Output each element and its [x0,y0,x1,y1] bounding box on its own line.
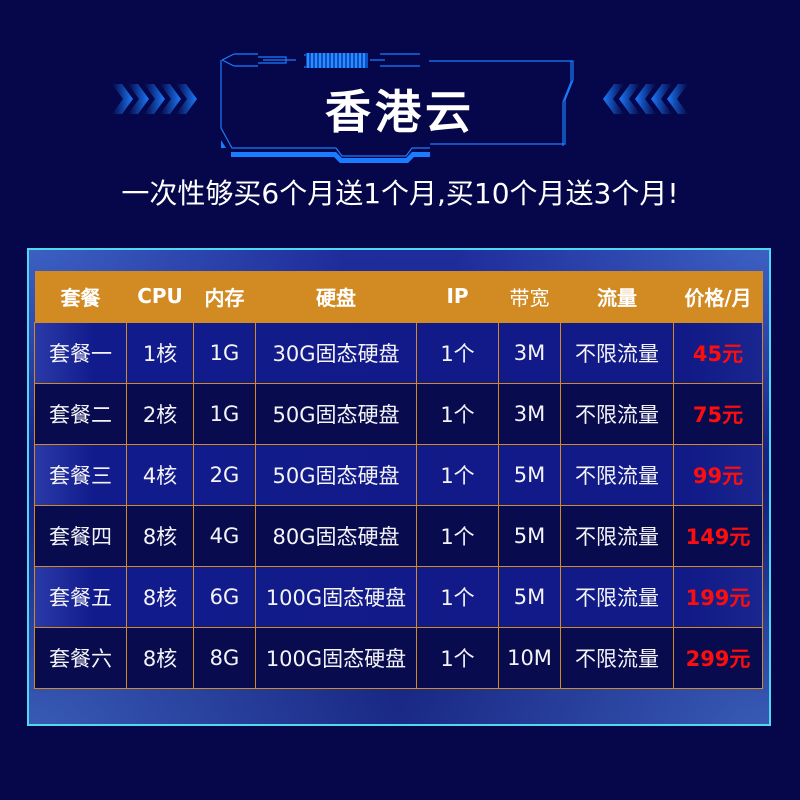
cell-bandwidth: 3M [498,382,561,445]
cell-bandwidth: 5M [498,565,561,628]
cell-cpu: 1核 [126,321,194,384]
col-header-traffic: 流量 [560,271,674,323]
cell-memory: 4G [193,504,256,567]
cell-ip: 1个 [416,382,499,445]
cell-traffic: 不限流量 [560,565,674,628]
cell-memory: 1G [193,321,256,384]
cell-plan: 套餐三 [34,443,127,506]
cell-traffic: 不限流量 [560,443,674,506]
cell-cpu: 8核 [126,626,194,689]
cell-traffic: 不限流量 [560,504,674,567]
cell-memory: 2G [193,443,256,506]
cell-traffic: 不限流量 [560,626,674,689]
cell-bandwidth: 5M [498,443,561,506]
cell-ip: 1个 [416,626,499,689]
table-header-row: 套餐 CPU 内存 硬盘 IP 带宽 流量 价格/月 [34,271,763,323]
cell-price: 75元 [673,382,763,445]
cell-traffic: 不限流量 [560,321,674,384]
table-row: 套餐六 8核 8G 100G固态硬盘 1个 10M 不限流量 299元 [34,626,763,689]
cell-bandwidth: 3M [498,321,561,384]
table-row: 套餐三 4核 2G 50G固态硬盘 1个 5M 不限流量 99元 [34,443,763,506]
col-header-price: 价格/月 [673,271,763,323]
col-header-cpu: CPU [126,271,194,323]
table-row: 套餐四 8核 4G 80G固态硬盘 1个 5M 不限流量 149元 [34,504,763,567]
cell-disk: 100G固态硬盘 [255,565,417,628]
cell-plan: 套餐五 [34,565,127,628]
page-title: 香港云 [325,85,475,139]
cell-price: 299元 [673,626,763,689]
cell-plan: 套餐六 [34,626,127,689]
cell-cpu: 2核 [126,382,194,445]
cell-cpu: 4核 [126,443,194,506]
cell-price: 199元 [673,565,763,628]
table-row: 套餐五 8核 6G 100G固态硬盘 1个 5M 不限流量 199元 [34,565,763,628]
grill-decoration [306,53,368,68]
cell-memory: 1G [193,382,256,445]
cell-traffic: 不限流量 [560,382,674,445]
cell-price: 45元 [673,321,763,384]
title-banner: 香港云 [0,0,800,165]
cell-cpu: 8核 [126,565,194,628]
promo-subtitle: 一次性够买6个月送1个月,买10个月送3个月! [121,177,679,210]
cell-disk: 50G固态硬盘 [255,443,417,506]
col-header-memory: 内存 [193,271,256,323]
cell-price: 149元 [673,504,763,567]
cell-memory: 6G [193,565,256,628]
cell-disk: 30G固态硬盘 [255,321,417,384]
pricing-table: 套餐 CPU 内存 硬盘 IP 带宽 流量 价格/月 套餐一 1核 1G 30G固态硬… [34,271,763,689]
cell-bandwidth: 10M [498,626,561,689]
table-row: 套餐一 1核 1G 30G固态硬盘 1个 3M 不限流量 45元 [34,321,763,384]
cell-ip: 1个 [416,565,499,628]
col-header-bandwidth: 带宽 [498,271,561,323]
cell-ip: 1个 [416,321,499,384]
cell-cpu: 8核 [126,504,194,567]
cell-disk: 80G固态硬盘 [255,504,417,567]
cell-ip: 1个 [416,443,499,506]
cell-price: 99元 [673,443,763,506]
cell-memory: 8G [193,626,256,689]
col-header-plan: 套餐 [34,271,127,323]
cell-ip: 1个 [416,504,499,567]
cell-plan: 套餐二 [34,382,127,445]
table-row: 套餐二 2核 1G 50G固态硬盘 1个 3M 不限流量 75元 [34,382,763,445]
cell-disk: 100G固态硬盘 [255,626,417,689]
cell-plan: 套餐四 [34,504,127,567]
cell-plan: 套餐一 [34,321,127,384]
col-header-disk: 硬盘 [255,271,417,323]
col-header-ip: IP [416,271,499,323]
cell-disk: 50G固态硬盘 [255,382,417,445]
cell-bandwidth: 5M [498,504,561,567]
